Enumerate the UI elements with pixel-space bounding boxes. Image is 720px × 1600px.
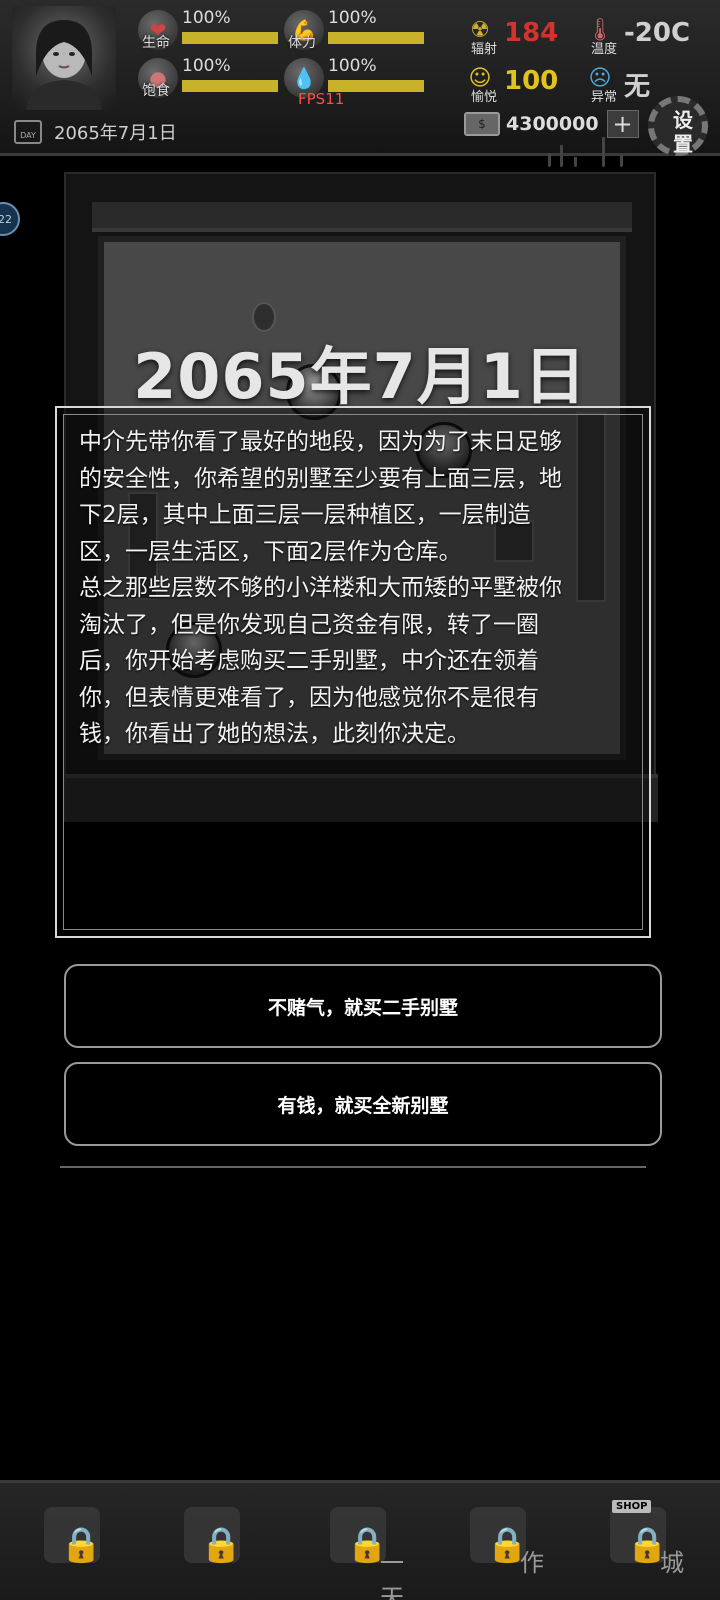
joy-value: 100 — [504, 66, 559, 96]
nav-item-next-day-label: 一天 — [380, 1549, 404, 1600]
stamina-stat: 💪 体力 100% — [284, 6, 424, 51]
stamina-bar-fill — [328, 32, 424, 44]
hunger-percent: 100% — [182, 56, 231, 76]
lock-icon: 🔒 — [200, 1525, 243, 1565]
settings-button[interactable]: 设置 — [648, 96, 712, 160]
hunger-bar-fill — [182, 80, 278, 92]
nav-item-next-day[interactable]: 🔒 一天 — [306, 1503, 426, 1600]
cash-icon: $ — [464, 112, 500, 136]
lock-icon: 🔒 — [60, 1525, 103, 1565]
scene-date-title: 2065年7月1日 — [133, 340, 587, 413]
hunger-stat: ● 饱食 100% — [138, 54, 278, 99]
scene-wall-top — [92, 202, 632, 232]
story-dialog: 中介先带你看了最好的地段，因为为了末日足够 的安全性，你希望的别墅至少要有上面三… — [55, 406, 651, 938]
fps-counter: FPS11 — [298, 90, 345, 108]
nav-item-2[interactable]: 🔒 — [160, 1503, 280, 1593]
hunger-bar — [182, 80, 278, 92]
temperature-stat: 🌡 温度 -20C — [584, 8, 714, 58]
nav-item-1[interactable]: 🔒 — [20, 1503, 140, 1593]
divider — [60, 1166, 646, 1168]
nav-item-work-label: 作 — [520, 1549, 544, 1577]
hunger-label: 饱食 — [142, 83, 170, 99]
choice-button-new-villa[interactable]: 有钱，就买全新别墅 — [64, 1062, 662, 1146]
temperature-value: -20C — [624, 18, 691, 48]
nav-item-city[interactable]: 🔒 城 — [586, 1503, 706, 1593]
stamina-label: 体力 — [288, 35, 316, 51]
shop-tag: SHOP — [612, 1500, 652, 1513]
health-stat: ❤ 生命 100% — [138, 6, 278, 51]
thirst-percent: 100% — [328, 56, 377, 76]
current-date: DAY 2065年7月1日 — [14, 118, 177, 146]
calendar-icon: DAY — [14, 120, 42, 144]
nav-item-work[interactable]: 🔒 作 — [446, 1503, 566, 1593]
radiation-value: 184 — [504, 18, 559, 48]
stamina-percent: 100% — [328, 8, 377, 28]
story-text: 中介先带你看了最好的地段，因为为了末日足够 的安全性，你希望的别墅至少要有上面三… — [79, 429, 562, 747]
health-percent: 100% — [182, 8, 231, 28]
temperature-label: 温度 — [590, 42, 617, 57]
bottom-nav: 🔒 🔒 🔒 一天 🔒 作 🔒 城 — [0, 1480, 720, 1600]
radiation-stat: ☢ 辐射 184 — [464, 8, 574, 58]
add-money-button[interactable]: + — [606, 110, 639, 138]
abnormal-value: 无 — [624, 72, 651, 102]
settings-label: 设置 — [673, 108, 693, 156]
money-display: $ 4300000 + — [464, 108, 639, 140]
nav-item-city-label: 城 — [660, 1549, 684, 1577]
abnormal-label: 异常 — [590, 90, 617, 105]
abnormal-stat: ☹ 异常 无 — [584, 56, 694, 106]
stamina-bar — [328, 32, 424, 44]
health-bar-fill — [182, 32, 278, 44]
player-avatar[interactable] — [12, 6, 116, 110]
health-bar — [182, 32, 278, 44]
date-text: 2065年7月1日 — [54, 123, 177, 144]
joy-stat: ☺ 愉悦 100 — [464, 56, 574, 106]
health-label: 生命 — [142, 35, 170, 51]
side-badge[interactable]: 22 — [0, 202, 20, 236]
radiation-label: 辐射 — [470, 42, 497, 57]
choice-button-used-villa[interactable]: 不赌气，就买二手别墅 — [64, 964, 662, 1048]
joy-label: 愉悦 — [470, 90, 497, 105]
money-amount: 4300000 — [506, 113, 599, 135]
